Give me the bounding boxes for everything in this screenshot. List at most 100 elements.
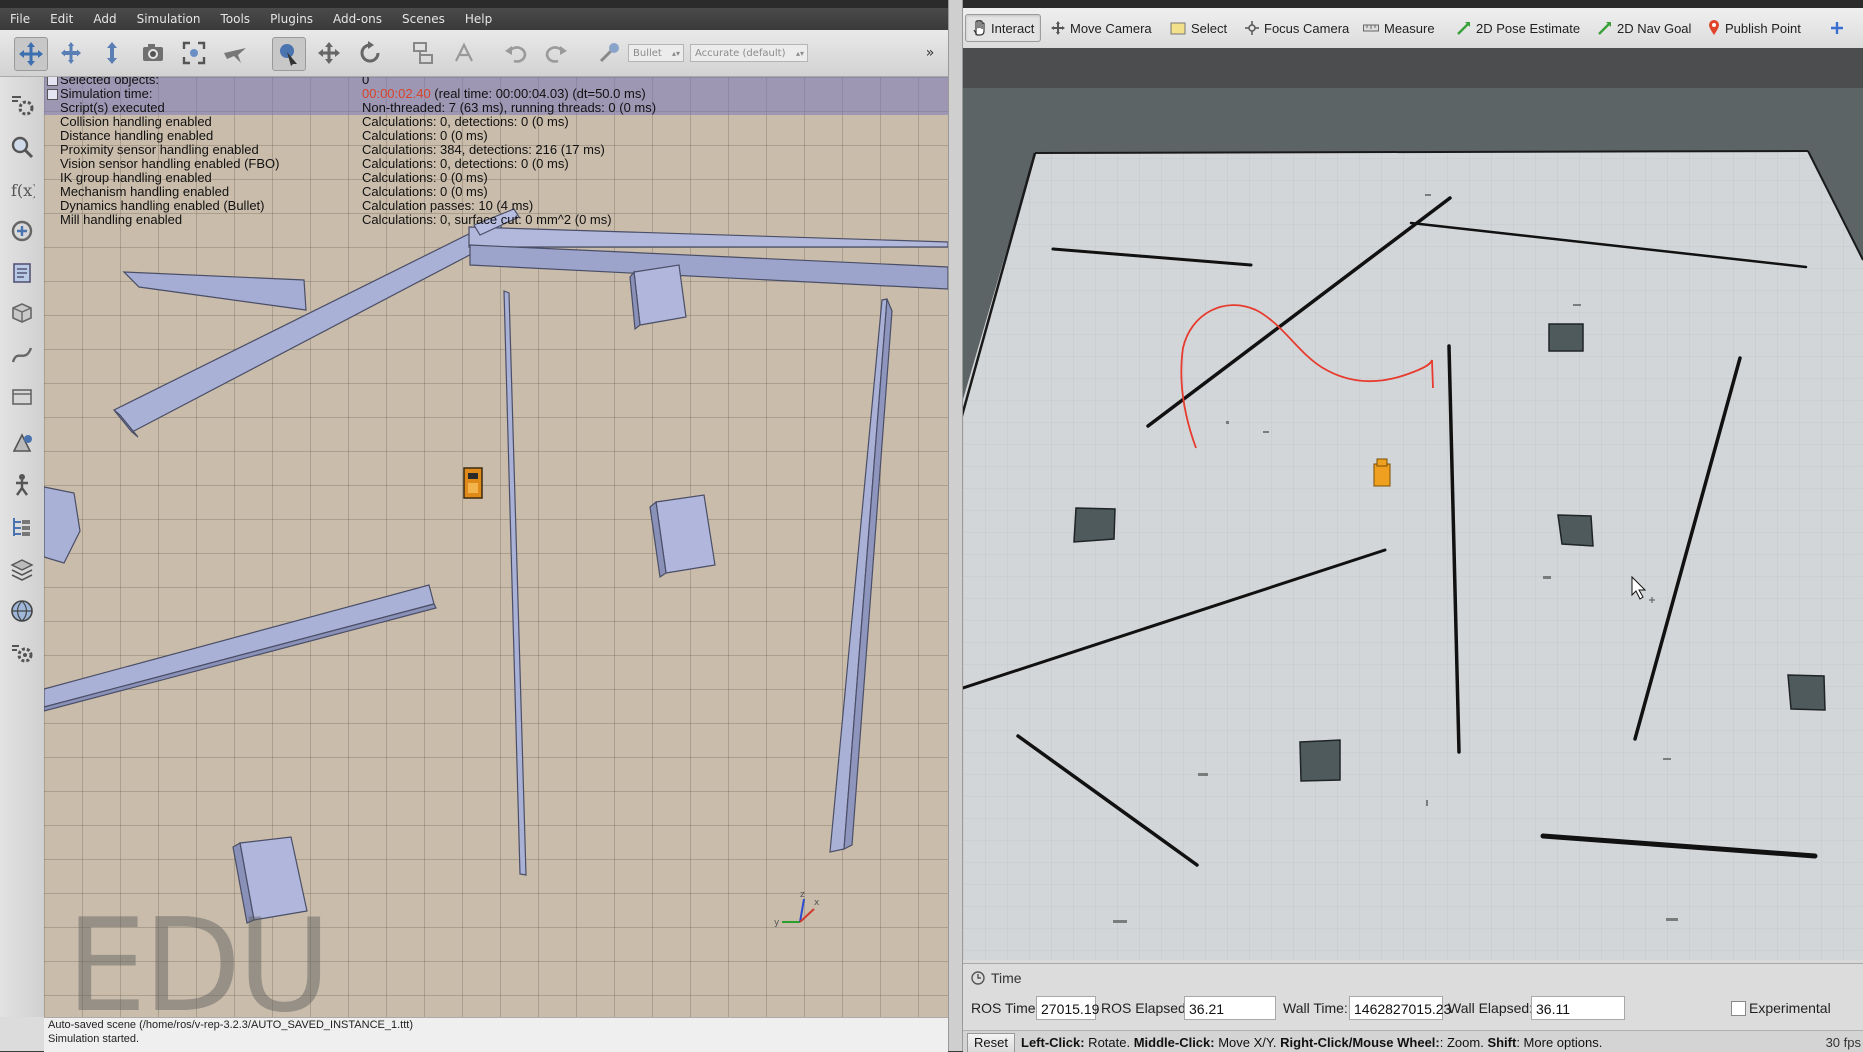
- camera-pan-icon[interactable]: [14, 37, 48, 71]
- add-tool-button[interactable]: [1824, 14, 1855, 42]
- calculation-module-icon[interactable]: [6, 215, 38, 247]
- info-row: Distance handling enabled Calculations: …: [44, 129, 948, 143]
- undo-icon[interactable]: [500, 37, 532, 69]
- menu-tools[interactable]: Tools: [211, 12, 261, 26]
- info-value: 00:00:02.40 (real time: 00:00:04.03) (dt…: [362, 87, 646, 101]
- info-row: Simulation time: 00:00:02.40 (real time:…: [44, 87, 948, 101]
- wall: [122, 271, 307, 311]
- combo-arrow-icon: ▴▾: [795, 49, 804, 58]
- camera-rotate-icon[interactable]: [55, 37, 87, 69]
- transfer-dna-icon[interactable]: [448, 37, 480, 69]
- ros-elapsed-field[interactable]: 36.21: [1184, 996, 1276, 1020]
- search-icon[interactable]: [6, 131, 38, 163]
- menu-add[interactable]: Add: [83, 12, 126, 26]
- tool-move-camera[interactable]: Move Camera: [1045, 14, 1158, 42]
- tool-label: 2D Nav Goal: [1617, 20, 1692, 36]
- help-key: Right-Click/Mouse Wheel:: [1280, 1035, 1440, 1050]
- tool-2d-pose-estimate[interactable]: 2D Pose Estimate: [1451, 14, 1586, 42]
- tool-select[interactable]: Select: [1164, 14, 1233, 42]
- object-translate-icon[interactable]: [313, 37, 345, 69]
- wall: [44, 603, 437, 712]
- redo-icon[interactable]: [540, 37, 572, 69]
- reset-button[interactable]: Reset: [967, 1033, 1015, 1052]
- info-key: Vision sensor handling enabled (FBO): [60, 156, 280, 171]
- time-panel-title: Time: [971, 970, 1022, 986]
- click-select-icon[interactable]: [272, 37, 306, 71]
- toolbar-overflow-icon[interactable]: »: [920, 37, 940, 69]
- title-strip: [963, 0, 1863, 8]
- menu-file[interactable]: File: [0, 12, 40, 26]
- expand-box-icon[interactable]: [47, 89, 58, 100]
- pose-estimate-icon: [1457, 21, 1471, 35]
- camera-icon[interactable]: [137, 37, 169, 69]
- info-value: Calculations: 0 (0 ms): [362, 170, 488, 185]
- move-camera-icon: [1051, 21, 1065, 35]
- path-icon[interactable]: [6, 339, 38, 371]
- shape-edit-icon[interactable]: [6, 297, 38, 329]
- info-value: Non-threaded: 7 (63 ms), running threads…: [362, 100, 657, 115]
- menu-addons[interactable]: Add-ons: [323, 12, 392, 26]
- model-browser-icon[interactable]: [6, 427, 38, 459]
- tool-2d-nav-goal[interactable]: 2D Nav Goal: [1592, 14, 1697, 42]
- settings-icon[interactable]: [6, 637, 38, 669]
- experimental-checkbox[interactable]: [1731, 1001, 1746, 1016]
- accuracy-select[interactable]: Accurate (default) ▴▾: [690, 44, 808, 62]
- collection-icon[interactable]: [6, 257, 38, 289]
- wall-time-field[interactable]: 1462827015.23: [1349, 996, 1451, 1020]
- status-spacer: [0, 1017, 44, 1051]
- select-icon: [1170, 22, 1186, 35]
- clock-icon: [971, 971, 985, 985]
- tool-measure[interactable]: Measure: [1357, 14, 1441, 42]
- robot-icon: [463, 467, 483, 499]
- publish-point-icon: [1708, 20, 1720, 36]
- menu-simulation[interactable]: Simulation: [127, 12, 211, 26]
- tool-label: Measure: [1384, 20, 1435, 36]
- wall: [469, 244, 948, 290]
- info-row: Collision handling enabled Calculations:…: [44, 115, 948, 129]
- menu-plugins[interactable]: Plugins: [260, 12, 323, 26]
- axis-label-x: x: [814, 898, 820, 908]
- scene-viewport[interactable]: x y z Selected objects: 0 Simulation tim…: [44, 77, 948, 1017]
- engine-select[interactable]: Bullet ▴▾: [628, 44, 684, 62]
- help-key: Middle-Click:: [1133, 1035, 1215, 1050]
- rviz-canvas: [963, 48, 1863, 960]
- info-value: Calculations: 0, surface cut: 0 mm^2 (0 …: [362, 212, 612, 227]
- menu-scenes[interactable]: Scenes: [392, 12, 455, 26]
- engine-select-value: Bullet: [633, 48, 662, 59]
- wall-elapsed-field[interactable]: 36.11: [1531, 996, 1625, 1020]
- hierarchy-icon[interactable]: [6, 511, 38, 543]
- fly-icon[interactable]: [219, 37, 251, 69]
- human-icon[interactable]: [6, 469, 38, 501]
- layers-icon[interactable]: [6, 553, 38, 585]
- rviz-window: Interact Move Camera Select Focus Camera…: [963, 0, 1863, 1052]
- menu-edit[interactable]: Edit: [40, 12, 83, 26]
- tool-publish-point[interactable]: Publish Point: [1702, 14, 1807, 42]
- fit-view-icon[interactable]: [178, 37, 210, 69]
- cube: [633, 264, 687, 326]
- camera-shift-icon[interactable]: [96, 37, 128, 69]
- globe-icon[interactable]: [6, 595, 38, 627]
- title-strip: [0, 0, 948, 8]
- scene-settings-icon[interactable]: [6, 89, 38, 121]
- menu-help[interactable]: Help: [455, 12, 502, 26]
- tool-focus-camera[interactable]: Focus Camera: [1239, 14, 1355, 42]
- info-key: Script(s) executed: [60, 100, 165, 115]
- dynamics-icon[interactable]: [593, 37, 625, 69]
- info-row: Mill handling enabled Calculations: 0, s…: [44, 213, 948, 227]
- expand-box-icon[interactable]: [47, 77, 58, 86]
- rviz-status-bar: Reset Left-Click: Rotate. Middle-Click: …: [963, 1030, 1863, 1052]
- wall-elapsed-label: Wall Elapsed:: [1448, 1000, 1534, 1016]
- tool-interact[interactable]: Interact: [965, 14, 1042, 42]
- pane-splitter[interactable]: [948, 0, 963, 1051]
- object-rotate-icon[interactable]: [354, 37, 386, 69]
- function-icon[interactable]: f(x): [6, 173, 38, 205]
- hand-icon: [972, 20, 986, 36]
- info-value: Calculations: 0, detections: 0 (0 ms): [362, 114, 569, 129]
- page-selector-icon[interactable]: [6, 381, 38, 413]
- rviz-3d-view[interactable]: [963, 48, 1863, 960]
- info-key: Proximity sensor handling enabled: [60, 142, 259, 157]
- ros-time-field[interactable]: 27015.19: [1036, 996, 1099, 1020]
- assemble-icon[interactable]: [407, 37, 439, 69]
- axis-label-z: z: [800, 890, 805, 900]
- help-desc: : More options.: [1516, 1035, 1603, 1050]
